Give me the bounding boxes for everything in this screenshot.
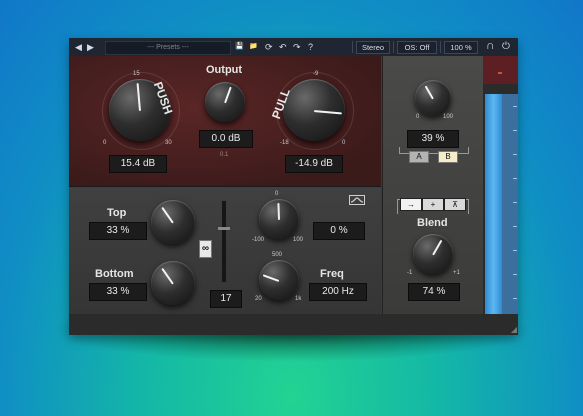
push-scale-min: 0: [103, 140, 107, 146]
mid-value[interactable]: 0 %: [313, 222, 365, 240]
stereo-button[interactable]: Stereo: [356, 41, 390, 54]
push-scale-mid: 15: [133, 71, 140, 77]
link-icon[interactable]: ∞: [199, 240, 212, 258]
freq-scale-left: 20: [255, 296, 262, 302]
folder-icon[interactable]: 📁: [249, 41, 258, 53]
blend-knob-pointer: [432, 239, 443, 256]
slider-value[interactable]: 17: [210, 290, 242, 308]
freq-value[interactable]: 200 Hz: [309, 283, 367, 301]
mix-value[interactable]: 39 %: [407, 130, 459, 148]
undo-icon[interactable]: ↶: [279, 41, 287, 53]
top-knob-pointer: [161, 206, 174, 224]
mid-scale-left: -100: [252, 237, 265, 243]
output-sublabel: 0.1: [220, 152, 229, 158]
tone-panel: Top 33 % Bottom 33 % ∞ 17 0 -100 100 0 %…: [69, 187, 381, 314]
meter-level-bar: [485, 94, 502, 314]
slider-handle[interactable]: [218, 227, 230, 230]
output-knob-pointer: [224, 86, 232, 104]
top-knob[interactable]: [151, 200, 195, 244]
blend-scale-max: +1: [453, 270, 460, 276]
freq-scale-right: 1k: [295, 296, 302, 302]
toolbar-divider: [393, 41, 394, 53]
toolbar: ◀ ▶ --- Presets --- 💾 📁 ⟳ ↶ ↷ ? Stereo O…: [69, 38, 518, 56]
next-preset-icon[interactable]: ▶: [87, 41, 94, 53]
top-label: Top: [107, 207, 127, 219]
output-knob[interactable]: [205, 82, 245, 122]
pull-knob[interactable]: [283, 79, 345, 141]
blend-value[interactable]: 74 %: [408, 283, 460, 301]
headphones-icon[interactable]: ∩: [486, 39, 495, 51]
meter-clip-indicator[interactable]: [483, 56, 518, 84]
toolbar-divider: [352, 41, 353, 53]
freq-scale-top: 500: [272, 252, 283, 258]
preset-selector[interactable]: --- Presets ---: [105, 41, 231, 55]
a-button[interactable]: A: [409, 151, 429, 163]
pull-scale-min: -18: [280, 140, 289, 146]
pull-scale-max: 0: [342, 140, 346, 146]
mode-group: → + ⊼: [400, 198, 466, 211]
blend-scale-min: -1: [407, 270, 413, 276]
pull-knob-pointer: [313, 110, 342, 115]
mid-scale-right: 100: [293, 237, 304, 243]
freq-knob[interactable]: [259, 260, 299, 300]
output-value[interactable]: 0.0 dB: [199, 130, 253, 148]
b-button[interactable]: B: [438, 151, 458, 163]
push-value[interactable]: 15.4 dB: [109, 155, 167, 173]
push-knob-pointer: [136, 83, 141, 112]
freq-label: Freq: [320, 268, 344, 280]
mid-knob-pointer: [277, 202, 280, 221]
bottom-knob[interactable]: [151, 261, 195, 305]
mode-series-button[interactable]: →: [400, 198, 422, 211]
mix-panel: 0 100 39 % A B → + ⊼ Blend -1 +1 74 %: [382, 56, 483, 314]
blend-knob[interactable]: [413, 234, 453, 274]
power-icon[interactable]: ⏻: [502, 41, 510, 53]
mode-sum-button[interactable]: +: [422, 198, 444, 211]
prev-preset-icon[interactable]: ◀: [75, 41, 82, 53]
mix-knob-pointer: [424, 85, 434, 100]
meter-scale: [502, 94, 518, 314]
zoom-button[interactable]: 100 %: [444, 41, 478, 54]
push-pull-panel: 15 0 30 PUSH 15.4 dB Output 0.0 dB 0.1 -…: [69, 56, 381, 187]
resize-handle-icon[interactable]: ◢: [511, 325, 517, 334]
reload-icon[interactable]: ⟳: [265, 41, 273, 53]
status-bar: ◢: [69, 314, 518, 335]
bottom-label: Bottom: [95, 268, 134, 280]
bottom-knob-pointer: [161, 267, 174, 285]
pull-value[interactable]: -14.9 dB: [285, 155, 343, 173]
mix-scale-max: 100: [443, 114, 454, 120]
mid-knob[interactable]: [259, 199, 299, 239]
mode-blend-button[interactable]: ⊼: [444, 198, 466, 211]
mid-scale-top: 0: [275, 191, 279, 197]
toolbar-divider: [440, 41, 441, 53]
push-scale-max: 30: [165, 140, 172, 146]
slider-track[interactable]: [222, 201, 226, 282]
pull-scale-mid: -9: [313, 71, 319, 77]
help-icon[interactable]: ?: [308, 41, 313, 53]
top-value[interactable]: 33 %: [89, 222, 147, 240]
bottom-value[interactable]: 33 %: [89, 283, 147, 301]
plugin-window: ◀ ▶ --- Presets --- 💾 📁 ⟳ ↶ ↷ ? Stereo O…: [69, 38, 518, 335]
curve-icon[interactable]: [349, 195, 365, 205]
mix-scale-min: 0: [416, 114, 420, 120]
output-label: Output: [206, 64, 243, 76]
redo-icon[interactable]: ↷: [293, 41, 301, 53]
blend-label: Blend: [417, 217, 448, 229]
freq-knob-pointer: [262, 274, 280, 282]
mix-knob[interactable]: [415, 80, 451, 116]
oversampling-button[interactable]: OS: Off: [397, 41, 437, 54]
save-icon[interactable]: 💾: [235, 41, 244, 53]
